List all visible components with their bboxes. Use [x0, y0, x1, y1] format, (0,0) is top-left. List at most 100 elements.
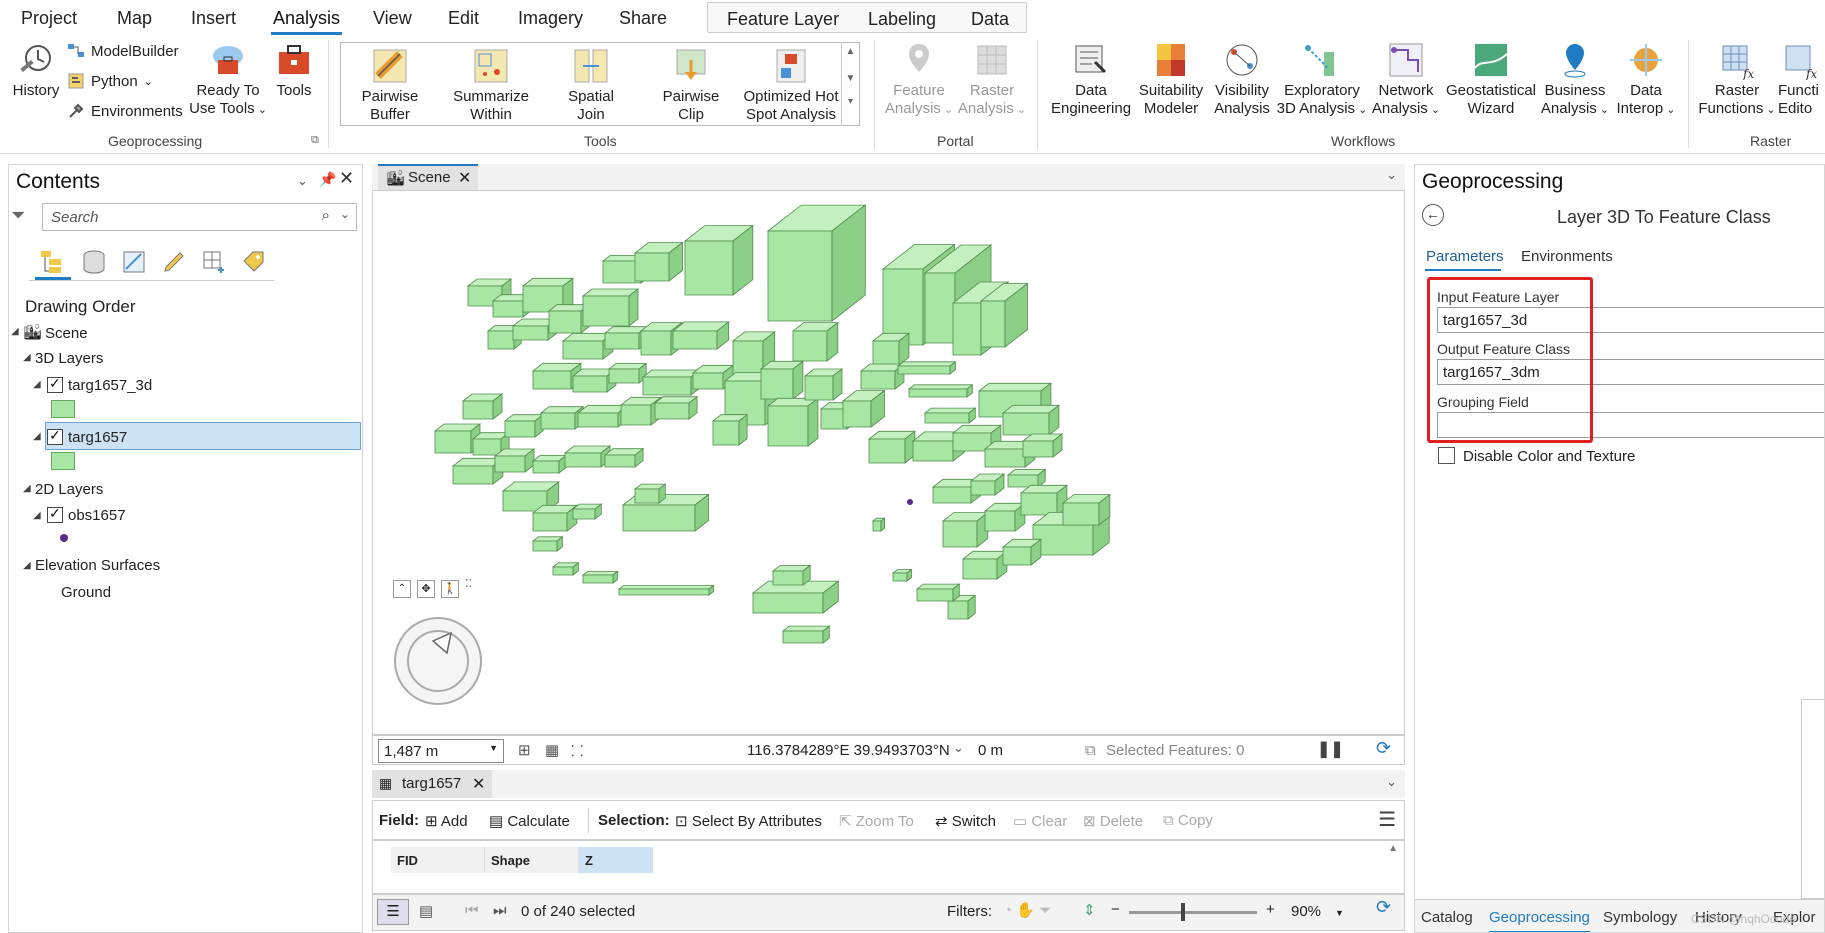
- network-analysis-button[interactable]: Network Analysis ⌄: [1369, 40, 1443, 119]
- close-icon[interactable]: ✕: [472, 774, 485, 794]
- list-by-source-icon[interactable]: [81, 249, 107, 275]
- building-face-front[interactable]: [1020, 492, 1058, 516]
- tab-edit[interactable]: Edit: [448, 8, 479, 29]
- building-face-front[interactable]: [494, 455, 526, 473]
- building-face-front[interactable]: [684, 240, 734, 296]
- tab-labeling[interactable]: Labeling: [868, 9, 936, 30]
- layer-visibility-checkbox[interactable]: [47, 427, 63, 446]
- refresh-icon[interactable]: ⟳: [1376, 897, 1391, 918]
- building-face-front[interactable]: [970, 480, 996, 496]
- building-face-side[interactable]: [807, 397, 819, 447]
- gallery-expand-icon[interactable]: ▾: [842, 96, 859, 107]
- switch-selection-button[interactable]: ⇄ Switch: [935, 812, 996, 830]
- expand-icon[interactable]: ◢: [11, 326, 19, 337]
- tab-imagery[interactable]: Imagery: [518, 8, 583, 29]
- building-face-front[interactable]: [532, 512, 568, 532]
- expand-icon[interactable]: ◢: [23, 560, 31, 571]
- next-selected-icon[interactable]: ⏭: [493, 902, 507, 919]
- gallery-item-spatial-join[interactable]: Spatial Join: [555, 46, 627, 124]
- tab-project[interactable]: Project: [21, 8, 77, 29]
- building-face-front[interactable]: [1002, 412, 1050, 436]
- add-bookmark-icon[interactable]: ⊞: [518, 741, 531, 759]
- scene-canvas[interactable]: [373, 191, 1405, 735]
- filter-icons[interactable]: ◔ ✋ ⏷: [1003, 901, 1051, 919]
- clear-selection-button[interactable]: ▭ Clear: [1013, 812, 1067, 830]
- layer-visibility-checkbox[interactable]: [47, 505, 63, 524]
- building-face-front[interactable]: [634, 252, 670, 282]
- building-face-front[interactable]: [1062, 502, 1100, 526]
- building-face-top[interactable]: [617, 585, 715, 590]
- list-by-drawing-order-icon[interactable]: [39, 249, 65, 275]
- zoom-out-icon[interactable]: −: [1111, 901, 1120, 918]
- gallery-item-pairwise-buffer[interactable]: Pairwise Buffer: [352, 46, 428, 124]
- building-face-front[interactable]: [782, 630, 824, 644]
- snapping-icon[interactable]: ⸬: [571, 741, 583, 761]
- building-face-front[interactable]: [952, 302, 982, 356]
- list-by-editing-icon[interactable]: [161, 249, 187, 275]
- building-face-front[interactable]: [562, 340, 604, 360]
- building-face-front[interactable]: [472, 438, 502, 456]
- scroll-down-icon[interactable]: ▼: [842, 73, 859, 84]
- tree-elevation-surfaces[interactable]: Elevation Surfaces: [35, 557, 160, 574]
- disable-color-checkbox[interactable]: [1438, 447, 1455, 464]
- building-face-front[interactable]: [897, 365, 951, 375]
- building-face-front[interactable]: [532, 370, 572, 390]
- add-field-button[interactable]: ⊞ Add: [425, 812, 468, 830]
- geostatistical-wizard-button[interactable]: Geostatistical Wizard: [1443, 40, 1539, 118]
- building-face-front[interactable]: [692, 372, 724, 390]
- business-analysis-button[interactable]: Business Analysis ⌄: [1537, 40, 1613, 119]
- building-face-front[interactable]: [1022, 440, 1054, 458]
- chevron-down-icon[interactable]: ⌄: [1386, 774, 1397, 790]
- column-header-shape[interactable]: Shape: [485, 847, 579, 873]
- building-face-front[interactable]: [760, 368, 794, 400]
- ready-to-use-tools-button[interactable]: Ready To Use Tools ⌄: [188, 40, 268, 119]
- building-face-front[interactable]: [947, 600, 969, 620]
- nav-up-button[interactable]: ⌃: [393, 580, 411, 598]
- building-face-front[interactable]: [462, 400, 494, 420]
- scene-tab[interactable]: 🏙 Scene ✕: [378, 164, 478, 190]
- building-face-front[interactable]: [622, 504, 696, 532]
- point-symbol[interactable]: [60, 534, 68, 542]
- building-face-front[interactable]: [962, 558, 998, 580]
- building-face-front[interactable]: [924, 272, 956, 344]
- tab-insert[interactable]: Insert: [191, 8, 236, 29]
- modelbuilder-button[interactable]: ModelBuilder: [67, 42, 179, 60]
- tab-environments[interactable]: Environments: [1521, 248, 1613, 265]
- tree-2d-layers[interactable]: 2D Layers: [35, 481, 103, 498]
- building-face-front[interactable]: [932, 486, 972, 504]
- building-face-front[interactable]: [532, 540, 558, 552]
- building-face-front[interactable]: [842, 400, 872, 428]
- building-face-front[interactable]: [1032, 524, 1094, 556]
- scroll-up-icon[interactable]: ▲: [842, 46, 859, 57]
- tree-scene[interactable]: Scene: [45, 325, 88, 342]
- list-by-selection-icon[interactable]: [121, 249, 147, 275]
- expand-icon[interactable]: ◢: [33, 431, 41, 442]
- layer-obs1657[interactable]: obs1657: [68, 507, 126, 524]
- building-face-front[interactable]: [860, 370, 896, 390]
- close-icon[interactable]: ✕: [458, 168, 471, 188]
- building-face-top[interactable]: [977, 382, 1053, 392]
- pane-menu-icon[interactable]: ⌄: [297, 173, 308, 189]
- building-face-front[interactable]: [504, 420, 536, 438]
- building-face-front[interactable]: [980, 300, 1006, 348]
- tab-feature-layer[interactable]: Feature Layer: [727, 9, 839, 30]
- building-face-front[interactable]: [577, 412, 619, 428]
- layer-symbol-swatch[interactable]: [51, 400, 75, 418]
- zoom-in-icon[interactable]: +: [1266, 901, 1275, 918]
- building-face-front[interactable]: [512, 325, 549, 341]
- building-face-front[interactable]: [604, 332, 640, 350]
- tools-button[interactable]: Tools: [270, 40, 318, 100]
- select-by-attributes-button[interactable]: ⊡ Select By Attributes: [675, 812, 822, 830]
- building-face-side[interactable]: [628, 288, 639, 327]
- chevron-down-icon[interactable]: ⌄: [953, 740, 964, 756]
- building-face-front[interactable]: [872, 340, 900, 366]
- building-face-front[interactable]: [604, 454, 636, 468]
- building-face-front[interactable]: [572, 508, 596, 520]
- python-button[interactable]: Python ⌄: [67, 72, 153, 90]
- building-face-front[interactable]: [640, 330, 672, 356]
- tab-view[interactable]: View: [373, 8, 412, 29]
- building-face-front[interactable]: [634, 488, 660, 504]
- raster-functions-button[interactable]: fx Raster Functions ⌄: [1695, 40, 1779, 119]
- building-face-front[interactable]: [434, 430, 472, 454]
- building-face-front[interactable]: [772, 570, 804, 586]
